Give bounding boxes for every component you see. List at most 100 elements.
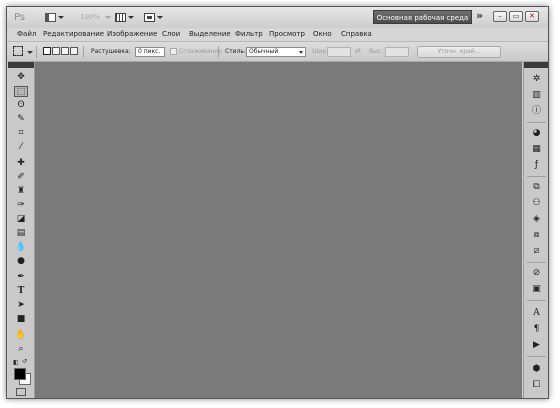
- antialias-checkbox[interactable]: [170, 48, 177, 55]
- swap-icon[interactable]: ⇄: [355, 47, 361, 55]
- paths-icon[interactable]: ⧄: [530, 246, 543, 257]
- 3d-icon[interactable]: ⬢: [530, 364, 543, 375]
- rectangle-shape-icon[interactable]: ■: [14, 314, 28, 325]
- adjustments-icon[interactable]: ⧉: [530, 182, 543, 193]
- navigator-icon[interactable]: ✲: [530, 74, 543, 85]
- height-label: Выс.:: [369, 48, 386, 55]
- layers-icon[interactable]: ◈: [530, 214, 543, 225]
- menu-window[interactable]: Окно: [313, 30, 332, 38]
- crop-icon[interactable]: ⌗: [14, 128, 28, 139]
- masks-icon[interactable]: ⚇: [530, 198, 543, 209]
- path-select-icon[interactable]: ➤: [14, 300, 28, 311]
- tools-panel-header[interactable]: [8, 62, 34, 68]
- menu-edit[interactable]: Редактирование: [43, 30, 104, 38]
- channels-icon[interactable]: ⧇: [530, 230, 543, 241]
- menu-help[interactable]: Справка: [341, 30, 372, 38]
- new-selection-icon[interactable]: [43, 47, 51, 55]
- tools-panel: ✥ ⬚ ʘ ✎ ⌗ ⁄ ✚ ✐ ♜ ✑ ◪ ▤ 💧 ● ✒ T ➤ ■ ✋ ⌕ …: [8, 62, 35, 398]
- title-bar: Ps 100% Основная рабочая среда » – ▭ ✕: [7, 7, 548, 29]
- style-label: Стиль:: [225, 48, 246, 55]
- menu-bar: Файл Редактирование Изображение Слои Выд…: [7, 28, 548, 42]
- minimize-button[interactable]: –: [493, 11, 507, 22]
- menu-view[interactable]: Просмотр: [269, 30, 305, 38]
- workspace-switcher[interactable]: Основная рабочая среда: [373, 10, 472, 24]
- separator: [527, 300, 546, 301]
- lasso-icon[interactable]: ʘ: [14, 100, 28, 111]
- separator: [527, 262, 546, 263]
- zoom-icon[interactable]: ⌕: [14, 344, 28, 355]
- separator: [527, 356, 546, 357]
- launch-bridge-button[interactable]: [45, 11, 64, 23]
- swatches-icon[interactable]: ▦: [530, 144, 543, 155]
- subtract-selection-icon[interactable]: [61, 47, 69, 55]
- panel-dock: ✲ ▥ ⓘ ◕ ▦ ƒ ⧉ ⚇ ◈ ⧇ ⧄ ⊘ ▣ A ¶ ▶ ⬢ ⧠: [523, 62, 548, 398]
- screen-mode-icon: [144, 12, 155, 22]
- gradient-icon[interactable]: ▤: [14, 228, 28, 239]
- blur-icon[interactable]: 💧: [14, 242, 28, 253]
- quick-mask-icon[interactable]: [16, 388, 26, 396]
- feather-input[interactable]: 0 пикс.: [135, 47, 165, 57]
- intersect-selection-icon[interactable]: [70, 47, 78, 55]
- brush-icon[interactable]: ✐: [14, 172, 28, 183]
- eyedropper-icon[interactable]: ⁄: [14, 142, 28, 153]
- rect-marquee-icon[interactable]: ⬚: [14, 86, 28, 97]
- view-extras-button[interactable]: [115, 11, 134, 23]
- character-text-icon[interactable]: A: [530, 308, 543, 319]
- actions-icon[interactable]: ▶: [530, 340, 543, 351]
- preset-chevron-icon[interactable]: [27, 51, 33, 54]
- menu-layers[interactable]: Слои: [162, 30, 180, 38]
- menu-file[interactable]: Файл: [17, 30, 36, 38]
- restore-button[interactable]: ▭: [509, 11, 523, 22]
- screen-mode-button[interactable]: [144, 11, 163, 23]
- chevron-down-icon: [58, 15, 64, 19]
- paragraph-icon[interactable]: ¶: [530, 324, 543, 335]
- spot-heal-icon[interactable]: ✚: [14, 158, 28, 169]
- refine-edge-button[interactable]: Уточн. край...: [417, 46, 501, 58]
- transform-icon[interactable]: ⧠: [530, 380, 543, 391]
- move-icon[interactable]: ✥: [14, 72, 28, 83]
- marquee-preset-icon[interactable]: [13, 46, 23, 56]
- antialias-label: Сглаживание: [179, 48, 222, 55]
- styles-icon[interactable]: ƒ: [530, 160, 543, 171]
- menu-filter[interactable]: Фильтр: [235, 30, 263, 38]
- quick-select-icon[interactable]: ✎: [14, 114, 28, 125]
- dock-header[interactable]: [524, 62, 548, 68]
- history-brush-icon[interactable]: ✑: [14, 200, 28, 211]
- close-button[interactable]: ✕: [525, 11, 539, 22]
- style-select[interactable]: Обычный: [246, 47, 306, 57]
- eraser-icon[interactable]: ◪: [14, 214, 28, 225]
- chevron-down-icon: [299, 51, 303, 54]
- foreground-color-swatch[interactable]: [14, 368, 26, 380]
- zoom-chevron-icon: [105, 16, 111, 19]
- type-icon[interactable]: T: [14, 286, 28, 297]
- separator: [36, 46, 37, 58]
- width-input[interactable]: [327, 47, 351, 57]
- default-colors-icon[interactable]: ◧: [13, 359, 19, 366]
- height-input[interactable]: [385, 47, 409, 57]
- chevron-down-icon: [128, 15, 134, 19]
- feather-label: Растушевка:: [91, 48, 131, 55]
- info-icon[interactable]: ⓘ: [530, 106, 543, 117]
- chevron-down-icon: [157, 15, 163, 19]
- menu-select[interactable]: Выделение: [189, 30, 231, 38]
- color-icon[interactable]: ◕: [530, 128, 543, 139]
- options-bar: Растушевка: 0 пикс. Сглаживание Стиль: О…: [7, 42, 548, 62]
- canvas-area[interactable]: [35, 62, 522, 398]
- hand-icon[interactable]: ✋: [14, 330, 28, 341]
- app-logo: Ps: [14, 12, 26, 23]
- zoom-level[interactable]: 100%: [80, 13, 100, 21]
- dodge-icon[interactable]: ●: [14, 256, 28, 267]
- separator: [527, 122, 546, 123]
- separator: [527, 176, 546, 177]
- menu-image[interactable]: Изображение: [107, 30, 157, 38]
- clone-stamp-icon[interactable]: ♜: [14, 186, 28, 197]
- bridge-icon: [45, 12, 56, 22]
- separator: [218, 46, 219, 58]
- swap-colors-icon[interactable]: ↺: [22, 358, 27, 365]
- more-workspaces-button[interactable]: »: [476, 9, 483, 22]
- add-selection-icon[interactable]: [52, 47, 60, 55]
- character-icon[interactable]: ⊘: [530, 268, 543, 279]
- clone-source-icon[interactable]: ▣: [530, 284, 543, 295]
- histogram-icon[interactable]: ▥: [530, 90, 543, 101]
- pen-icon[interactable]: ✒: [14, 272, 28, 283]
